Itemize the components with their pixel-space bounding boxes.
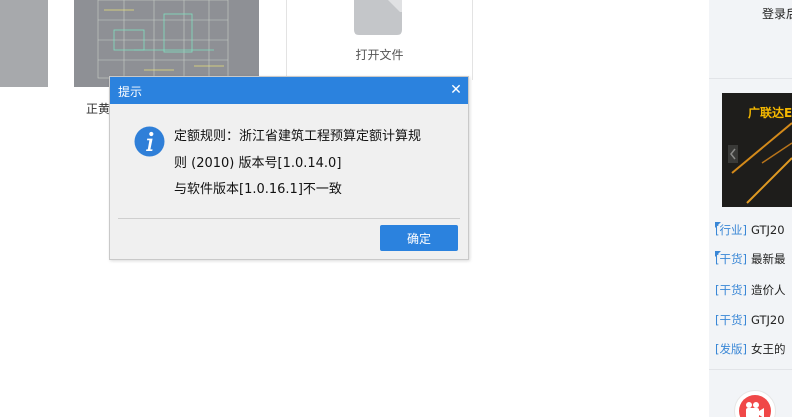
panel-divider — [709, 78, 792, 79]
news-title: 造价人 — [750, 283, 786, 297]
news-item[interactable]: [行业] GTJ20 — [715, 222, 785, 238]
message-line: 则 (2010) 版本号[1.0.14.0] — [174, 155, 342, 171]
news-marker-icon — [715, 251, 721, 257]
dialog-title: 提示 — [118, 85, 143, 99]
news-tag: [干货] — [715, 283, 747, 297]
dialog-separator — [118, 218, 460, 219]
thumbnail-caption: 正黄 — [86, 102, 111, 116]
project-thumbnail-cad[interactable] — [74, 0, 259, 87]
open-file-card[interactable]: 打开文件 — [286, 0, 473, 80]
news-item[interactable]: [干货] 最新最 — [715, 251, 785, 267]
cad-drawing-image — [74, 0, 259, 87]
dialog-message: 定额规则：浙江省建筑工程预算定额计算规 则 (2010) 版本号[1.0.14.… — [174, 124, 464, 204]
news-title: GTJ20 — [750, 313, 785, 327]
right-panel: 登录后 广联达E [行业]GTJ20 [干货]最新最 [干货]造价人 [干货]G… — [709, 0, 792, 417]
login-prompt[interactable]: 登录后 — [762, 5, 792, 22]
dialog-titlebar[interactable]: 提示 ✕ — [110, 77, 468, 104]
video-camera-icon[interactable] — [734, 390, 776, 417]
ad-banner[interactable]: 广联达E — [722, 93, 792, 207]
news-item[interactable]: [干货] GTJ20 — [715, 312, 785, 328]
news-item[interactable]: [发版] 女王的 — [715, 341, 785, 357]
close-icon[interactable]: ✕ — [448, 81, 464, 99]
message-line: 与软件版本[1.0.16.1]不一致 — [174, 182, 342, 197]
news-item[interactable]: [干货] 造价人 — [715, 282, 785, 298]
panel-divider — [709, 369, 792, 370]
project-thumbnail-left[interactable] — [0, 0, 48, 87]
info-icon — [134, 126, 165, 157]
news-tag: [干货] — [715, 313, 747, 327]
ad-banner-title: 广联达E — [748, 106, 792, 120]
news-title: 最新最 — [750, 252, 786, 266]
news-title: 女王的 — [750, 342, 786, 356]
news-title: GTJ20 — [750, 223, 785, 237]
message-line: 定额规则：浙江省建筑工程预算定额计算规 — [174, 129, 422, 144]
open-file-label: 打开文件 — [355, 48, 404, 62]
folder-icon — [350, 0, 406, 36]
news-marker-icon — [715, 222, 721, 228]
ok-button[interactable]: 确定 — [380, 225, 458, 251]
news-tag: [发版] — [715, 342, 747, 356]
message-dialog: 提示 ✕ 定额规则：浙江省建筑工程预算定额计算规 则 (2010) 版本号[1.… — [109, 76, 469, 260]
